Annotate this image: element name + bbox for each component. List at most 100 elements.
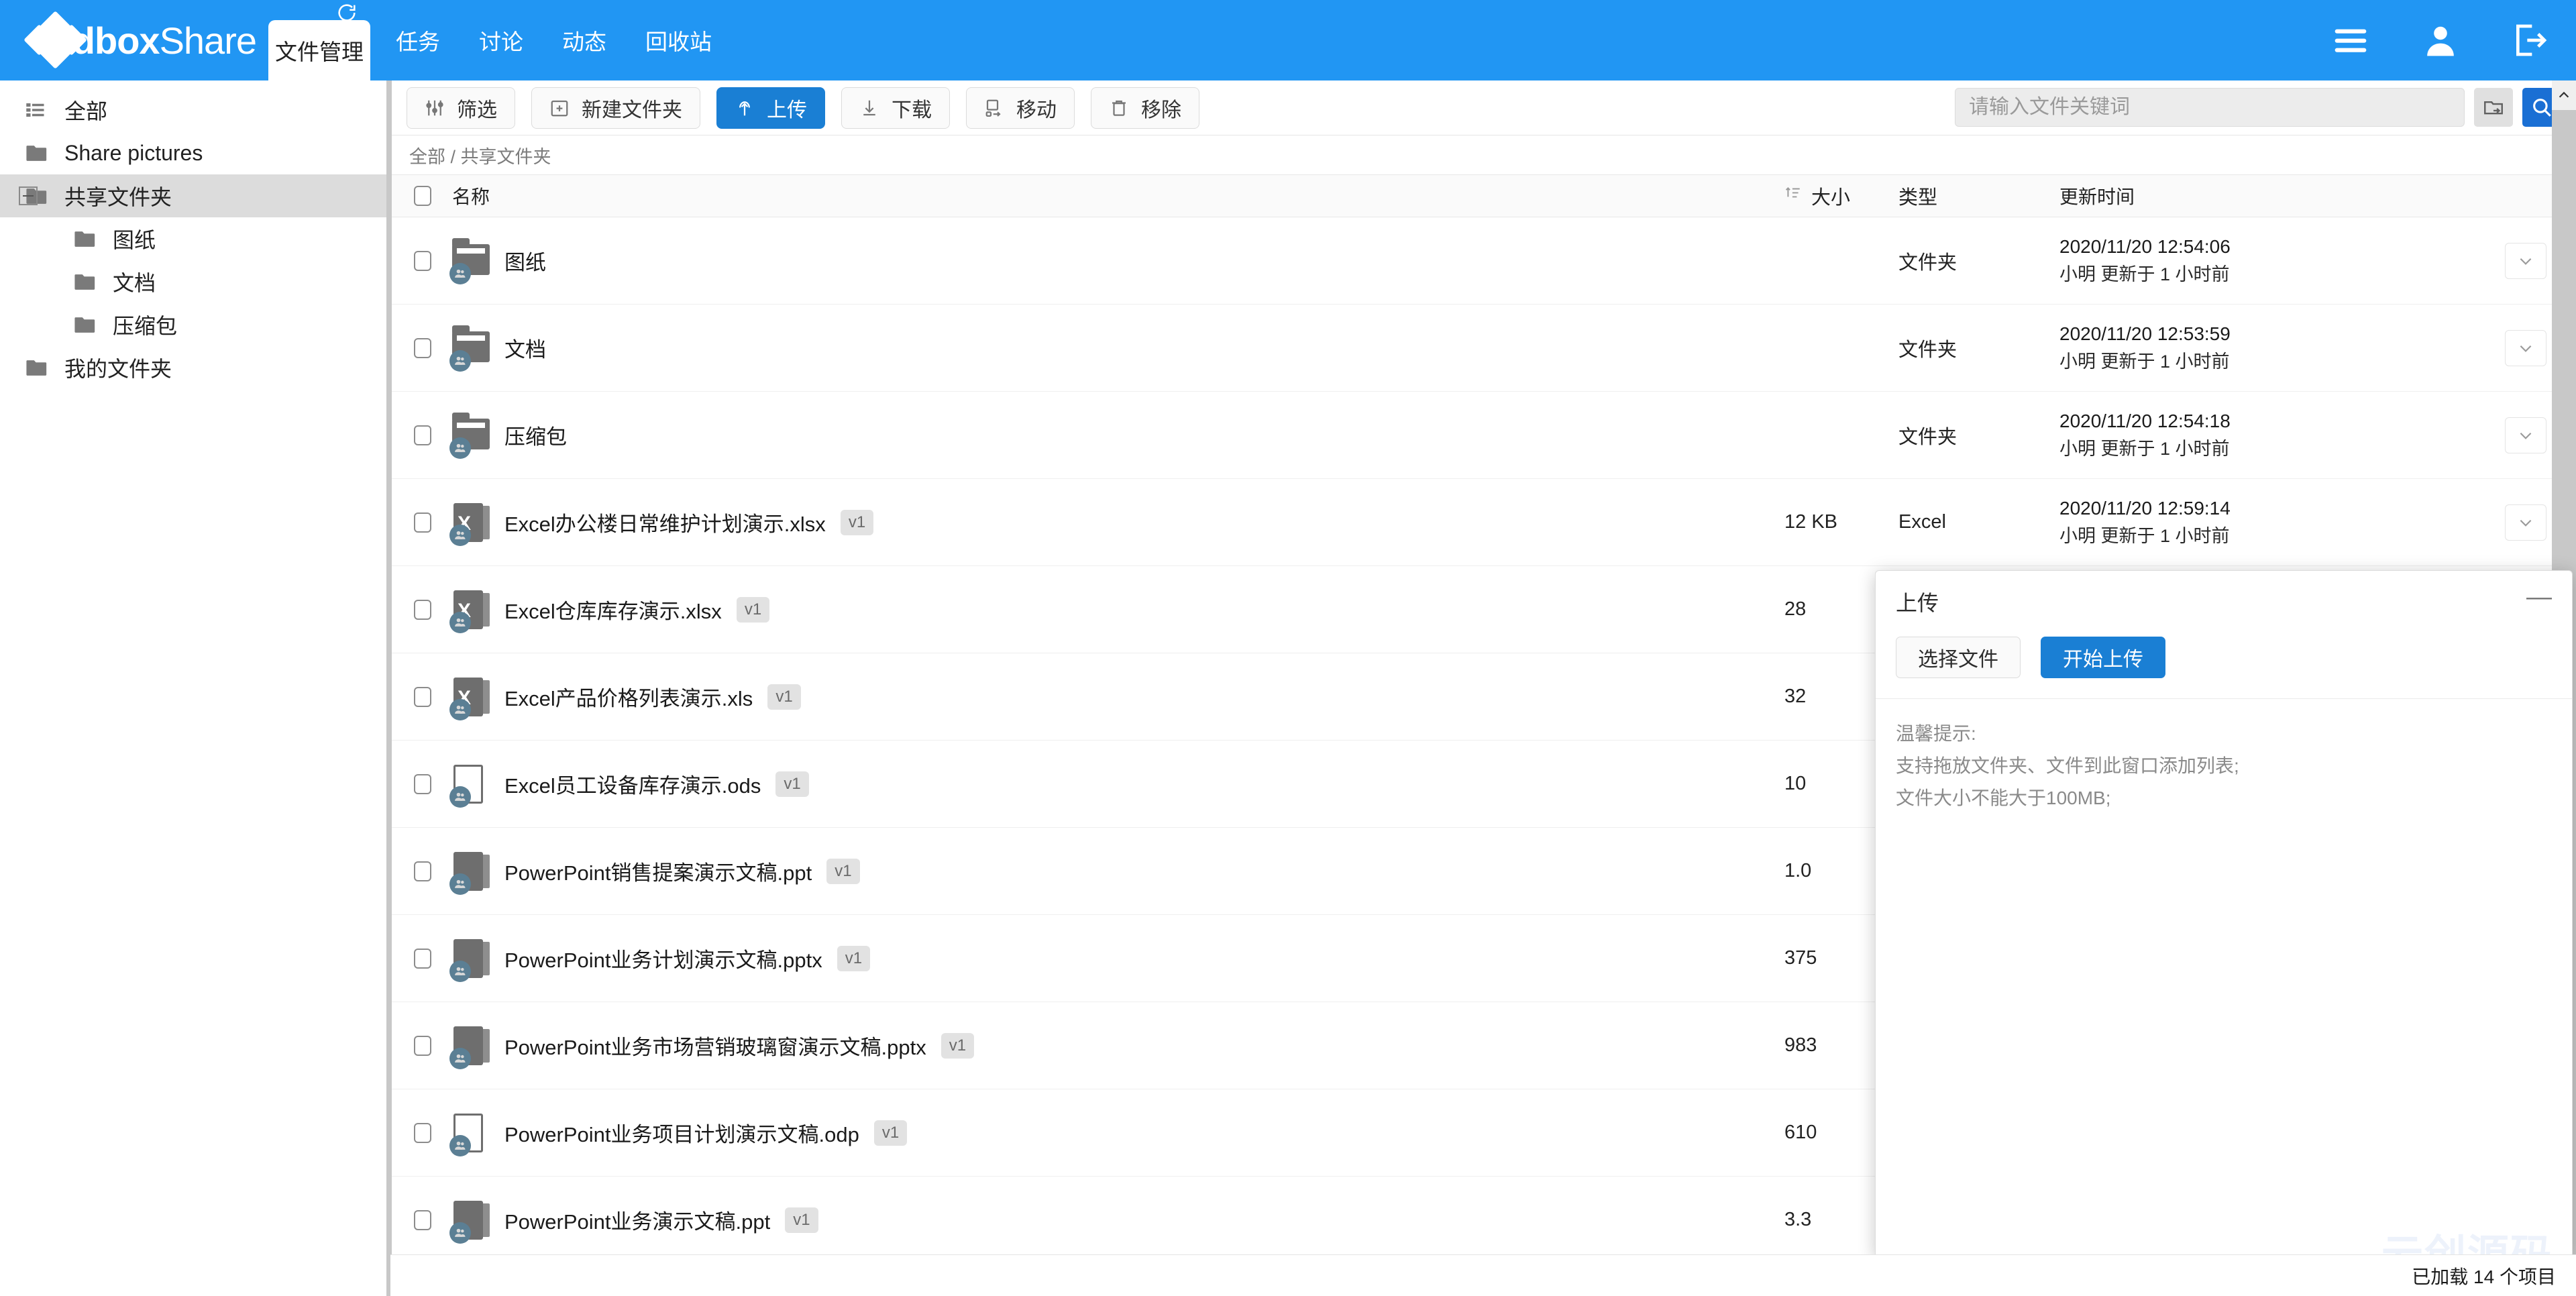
sidebar-item-shared-folder[interactable]: 共享文件夹: [0, 174, 388, 217]
table-row[interactable]: X Excel办公楼日常维护计划演示.xlsx v1 12 KB Excel 2…: [390, 479, 2576, 566]
column-header-type[interactable]: 类型: [1898, 182, 2059, 210]
file-name[interactable]: Excel员工设备库存演示.ods: [504, 769, 761, 799]
folder-export-icon[interactable]: [2474, 88, 2513, 127]
row-checkbox[interactable]: [414, 425, 431, 445]
choose-file-button[interactable]: 选择文件: [1896, 637, 2021, 678]
app-root: dboxShare 文件管理 任务 讨论 动态 回收站 全部 Share pic…: [0, 0, 2576, 1296]
select-all-checkbox[interactable]: [414, 186, 431, 206]
chevron-down-icon[interactable]: [2505, 504, 2546, 541]
file-name[interactable]: 图纸: [504, 246, 546, 276]
column-header-size-label: 大小: [1811, 187, 1851, 209]
row-checkbox[interactable]: [414, 686, 431, 707]
folder-shared-icon: [449, 237, 490, 284]
version-badge: v1: [785, 1207, 818, 1233]
tab-discussion[interactable]: 讨论: [479, 24, 523, 56]
file-name[interactable]: 压缩包: [504, 420, 567, 450]
row-checkbox[interactable]: [414, 948, 431, 969]
sidebar-item-documents[interactable]: 文档: [0, 260, 388, 303]
sidebar-item-archives[interactable]: 压缩包: [0, 303, 388, 346]
collapse-toggle-icon[interactable]: [19, 186, 38, 205]
file-name[interactable]: 文档: [504, 333, 546, 363]
row-timestamp: 2020/11/20 12:53:59: [2059, 323, 2231, 345]
column-header-name[interactable]: 名称: [443, 182, 1784, 209]
file-name[interactable]: Excel办公楼日常维护计划演示.xlsx: [504, 507, 826, 537]
move-button[interactable]: 移动: [966, 87, 1075, 129]
tab-tasks[interactable]: 任务: [396, 24, 440, 56]
row-checkbox-cell: [390, 686, 443, 707]
upload-button[interactable]: 上传: [716, 87, 825, 129]
sort-icon[interactable]: [1784, 184, 1802, 207]
row-checkbox-cell: [390, 250, 443, 271]
row-name-cell: X Excel仓库库存演示.xlsx v1: [443, 589, 1784, 633]
row-time: 2020/11/20 12:53:59 小明 更新于 1 小时前: [2059, 320, 2475, 376]
breadcrumb[interactable]: 全部 / 共享文件夹: [390, 136, 2576, 174]
download-button-label: 下载: [892, 99, 932, 121]
table-row[interactable]: 压缩包 文件夹 2020/11/20 12:54:18 小明 更新于 1 小时前: [390, 392, 2576, 479]
search-input[interactable]: [1955, 88, 2465, 127]
file-name[interactable]: PowerPoint销售提案演示文稿.ppt: [504, 856, 812, 886]
row-checkbox[interactable]: [414, 599, 431, 620]
folder-icon: [74, 272, 101, 292]
filter-button[interactable]: 筛选: [407, 87, 515, 129]
table-row[interactable]: 文档 文件夹 2020/11/20 12:53:59 小明 更新于 1 小时前: [390, 305, 2576, 392]
download-button[interactable]: 下载: [841, 87, 950, 129]
sidebar-item-archives-label: 压缩包: [113, 314, 178, 338]
file-name[interactable]: Excel仓库库存演示.xlsx: [504, 594, 722, 625]
row-name-cell: PowerPoint业务演示文稿.ppt v1: [443, 1199, 1784, 1244]
row-checkbox[interactable]: [414, 250, 431, 271]
upload-dialog: 上传 — 选择文件 开始上传 温馨提示: 支持拖放文件夹、文件到此窗口添加列表;…: [1875, 570, 2573, 1258]
table-header: 名称 大小 类型 更新时间: [390, 174, 2576, 217]
row-checkbox[interactable]: [414, 773, 431, 794]
scroll-up-arrow-icon[interactable]: [2552, 80, 2576, 110]
user-icon[interactable]: [2422, 21, 2459, 59]
file-name[interactable]: PowerPoint业务计划演示文稿.pptx: [504, 943, 822, 973]
tab-activity[interactable]: 动态: [562, 24, 606, 56]
row-checkbox-cell: [390, 512, 443, 533]
upload-icon: [735, 97, 757, 119]
row-checkbox[interactable]: [414, 512, 431, 533]
upload-button-label: 上传: [767, 99, 807, 121]
file-name[interactable]: Excel产品价格列表演示.xls: [504, 682, 753, 712]
column-header-size[interactable]: 大小: [1784, 182, 1898, 210]
tab-recycle-bin[interactable]: 回收站: [645, 24, 712, 56]
sidebar-item-my-folder[interactable]: 我的文件夹: [0, 346, 388, 389]
brand-title: dboxShare: [72, 19, 257, 62]
tab-file-management[interactable]: 文件管理: [268, 20, 370, 80]
sidebar-scrollbar[interactable]: [386, 80, 392, 1296]
sidebar-item-drawings[interactable]: 图纸: [0, 217, 388, 260]
file-name[interactable]: PowerPoint业务演示文稿.ppt: [504, 1205, 770, 1235]
row-checkbox[interactable]: [414, 1035, 431, 1056]
remove-button[interactable]: 移除: [1091, 87, 1199, 129]
top-header-bar: dboxShare 文件管理 任务 讨论 动态 回收站: [0, 0, 2576, 80]
header-icon-group: [2332, 0, 2549, 80]
chevron-down-icon[interactable]: [2505, 329, 2546, 366]
row-name-cell: PowerPoint业务市场营销玻璃窗演示文稿.pptx v1: [443, 1025, 1784, 1069]
menu-icon[interactable]: [2332, 21, 2369, 59]
table-row[interactable]: 图纸 文件夹 2020/11/20 12:54:06 小明 更新于 1 小时前: [390, 217, 2576, 305]
file-name[interactable]: PowerPoint业务项目计划演示文稿.odp: [504, 1118, 859, 1148]
chevron-down-icon[interactable]: [2505, 417, 2546, 453]
move-icon: [984, 97, 1007, 119]
sidebar-item-all-label: 全部: [64, 99, 108, 123]
chevron-down-icon[interactable]: [2505, 242, 2546, 279]
column-header-time[interactable]: 更新时间: [2059, 182, 2475, 209]
row-checkbox[interactable]: [414, 861, 431, 881]
row-meta: 小明 更新于 1 小时前: [2059, 264, 2230, 285]
row-time: 2020/11/20 12:59:14 小明 更新于 1 小时前: [2059, 494, 2475, 550]
sidebar-item-all[interactable]: 全部: [0, 89, 388, 131]
upload-dialog-tips: 温馨提示: 支持拖放文件夹、文件到此窗口添加列表; 文件大小不能大于100MB;: [1876, 699, 2572, 814]
new-folder-button[interactable]: 新建文件夹: [531, 87, 700, 129]
search-area: [1955, 88, 2561, 127]
sidebar-item-share-pictures[interactable]: Share pictures: [0, 131, 388, 174]
row-name-cell: 文档: [443, 325, 1784, 372]
row-name-cell: 图纸: [443, 237, 1784, 284]
minimize-icon[interactable]: —: [2526, 584, 2552, 613]
logout-icon[interactable]: [2512, 21, 2549, 59]
excel-icon: X: [449, 502, 490, 546]
file-name[interactable]: PowerPoint业务市场营销玻璃窗演示文稿.pptx: [504, 1030, 926, 1061]
row-checkbox[interactable]: [414, 1122, 431, 1143]
row-checkbox[interactable]: [414, 1209, 431, 1230]
row-checkbox[interactable]: [414, 337, 431, 358]
start-upload-button[interactable]: 开始上传: [2041, 637, 2165, 678]
row-meta: 小明 更新于 1 小时前: [2059, 439, 2230, 460]
